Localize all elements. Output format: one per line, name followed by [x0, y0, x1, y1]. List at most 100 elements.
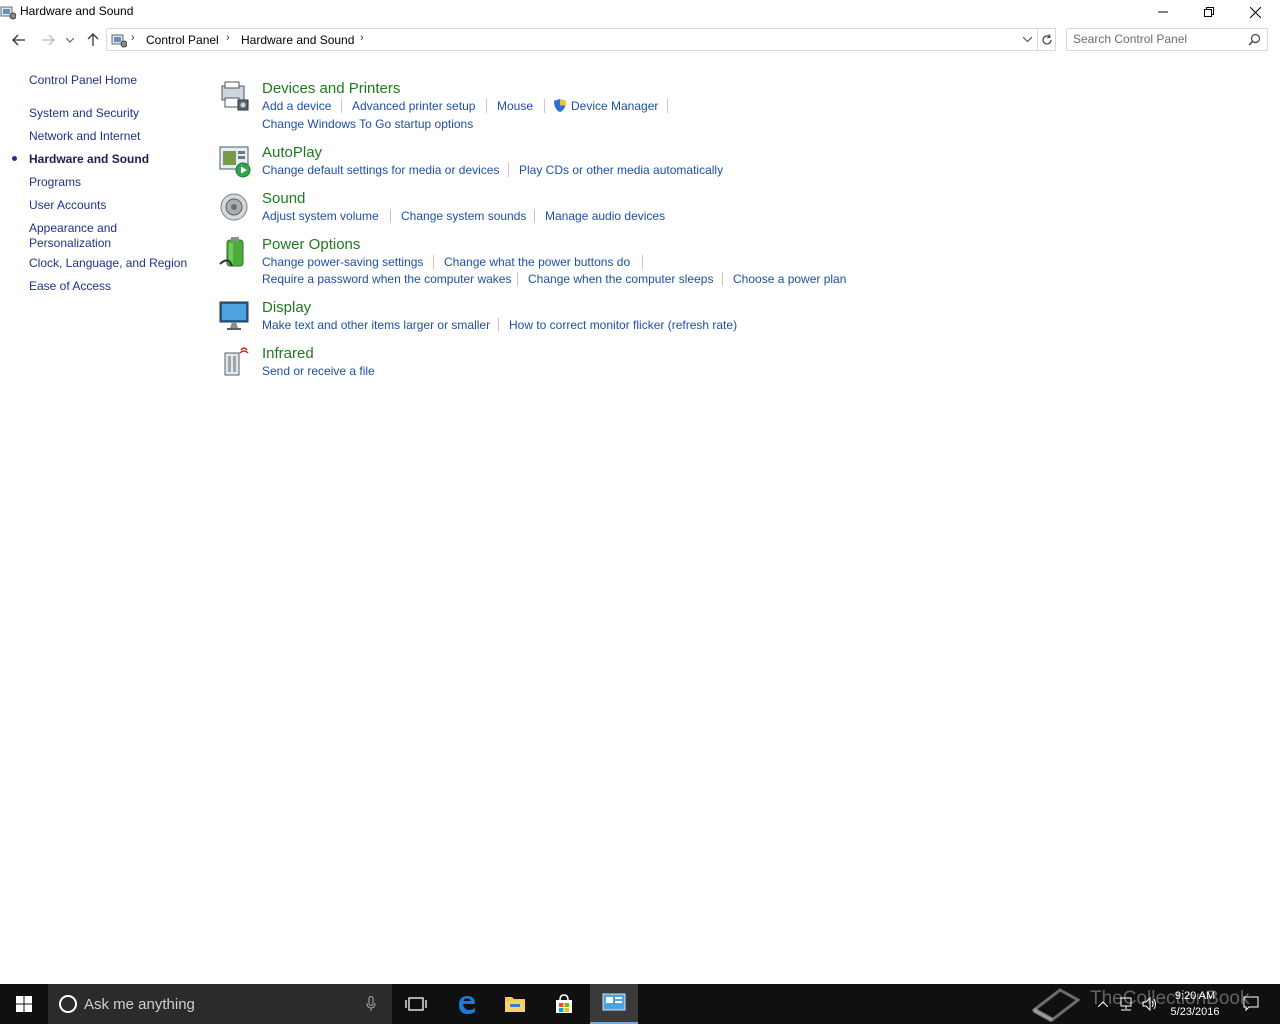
link-separator: [544, 99, 545, 113]
link-separator: [390, 209, 391, 223]
address-bar[interactable]: › Control Panel › Hardware and Sound ›: [106, 28, 1056, 51]
link-separator: [486, 99, 487, 113]
link-change-power-saving-settings[interactable]: Change power-saving settings: [262, 255, 423, 269]
recent-locations-button[interactable]: [62, 30, 78, 50]
restore-button[interactable]: [1186, 0, 1232, 24]
taskbar-store-button[interactable]: [540, 984, 588, 1024]
link-require-password-on-wake[interactable]: Require a password when the computer wak…: [262, 272, 511, 286]
link-separator: [341, 99, 342, 113]
sidebar-item-appearance-and-personalization[interactable]: Appearance and: [29, 221, 117, 236]
refresh-icon: [1042, 33, 1052, 44]
show-hidden-icons-button[interactable]: [1094, 984, 1112, 1024]
search-input[interactable]: [1073, 32, 1243, 46]
link-separator: [433, 255, 434, 269]
breadcrumb-separator-icon[interactable]: ›: [360, 32, 364, 44]
link-play-cds-automatically[interactable]: Play CDs or other media automatically: [519, 163, 723, 177]
close-button[interactable]: [1232, 0, 1278, 24]
store-bag-icon: [556, 994, 572, 1013]
breadcrumb-control-panel[interactable]: Control Panel: [146, 33, 219, 47]
chevron-down-icon: [66, 37, 74, 43]
clock-time: 9:20 AM: [1174, 990, 1216, 1002]
taskbar-file-explorer-button[interactable]: [491, 984, 539, 1024]
minimize-button[interactable]: [1140, 0, 1186, 24]
start-button[interactable]: [0, 984, 48, 1024]
chevron-down-icon: [1022, 37, 1032, 42]
link-add-a-device[interactable]: Add a device: [262, 99, 331, 113]
search-icon[interactable]: [1248, 33, 1261, 46]
back-arrow-icon: [12, 34, 25, 46]
sidebar-item-system-and-security[interactable]: System and Security: [29, 106, 139, 121]
category-title-infrared[interactable]: Infrared: [262, 345, 314, 362]
link-advanced-printer-setup[interactable]: Advanced printer setup: [352, 99, 475, 113]
link-make-text-larger-or-smaller[interactable]: Make text and other items larger or smal…: [262, 318, 490, 332]
task-view-icon: [405, 997, 427, 1011]
link-mouse[interactable]: Mouse: [497, 99, 533, 113]
volume-icon: [1142, 997, 1156, 1011]
sidebar-item-ease-of-access[interactable]: Ease of Access: [29, 279, 111, 294]
microphone-icon[interactable]: [366, 996, 376, 1012]
taskbar-edge-button[interactable]: [443, 984, 491, 1024]
category-title-devices-and-printers[interactable]: Devices and Printers: [262, 80, 400, 97]
forward-button[interactable]: [38, 30, 58, 50]
minimize-icon: [1158, 11, 1168, 13]
back-button[interactable]: [9, 30, 29, 50]
notifications-icon: [1243, 996, 1259, 1012]
volume-tray-button[interactable]: [1140, 984, 1160, 1024]
breadcrumb-hardware-and-sound[interactable]: Hardware and Sound: [241, 33, 354, 47]
link-separator: [508, 163, 509, 177]
autoplay-icon: [219, 146, 251, 178]
link-change-power-buttons[interactable]: Change what the power buttons do: [444, 255, 630, 269]
link-send-or-receive-file[interactable]: Send or receive a file: [262, 364, 375, 378]
sidebar-item-user-accounts[interactable]: User Accounts: [29, 198, 106, 213]
link-choose-power-plan[interactable]: Choose a power plan: [733, 272, 846, 286]
printer-icon: [221, 81, 249, 111]
category-title-autoplay[interactable]: AutoPlay: [262, 144, 322, 161]
sidebar-item-control-panel-home[interactable]: Control Panel Home: [29, 73, 137, 88]
search-box[interactable]: [1066, 28, 1268, 51]
control-panel-icon: [111, 34, 127, 48]
sidebar-item-hardware-and-sound[interactable]: Hardware and Sound: [29, 152, 149, 167]
infrared-icon: [224, 347, 249, 376]
sidebar-item-programs[interactable]: Programs: [29, 175, 81, 190]
monitor-icon: [219, 301, 249, 330]
link-separator: [517, 272, 518, 286]
sidebar-item-clock-language-region[interactable]: Clock, Language, and Region: [29, 256, 187, 271]
link-change-default-media-settings[interactable]: Change default settings for media or dev…: [262, 163, 499, 177]
windows-logo-icon: [16, 996, 32, 1012]
uac-shield-icon: [554, 99, 566, 112]
network-tray-button[interactable]: [1116, 984, 1136, 1024]
breadcrumb-separator-icon[interactable]: ›: [131, 32, 135, 44]
link-change-system-sounds[interactable]: Change system sounds: [401, 209, 526, 223]
restore-icon: [1204, 7, 1214, 17]
battery-icon: [219, 237, 244, 267]
category-title-power-options[interactable]: Power Options: [262, 236, 360, 253]
link-correct-monitor-flicker[interactable]: How to correct monitor flicker (refresh …: [509, 318, 737, 332]
chevron-up-icon: [1098, 1001, 1108, 1007]
category-title-display[interactable]: Display: [262, 299, 311, 316]
link-manage-audio-devices[interactable]: Manage audio devices: [545, 209, 665, 223]
sidebar-item-network-and-internet[interactable]: Network and Internet: [29, 129, 140, 144]
link-separator: [498, 318, 499, 332]
address-dropdown-button[interactable]: [1017, 29, 1037, 50]
action-center-button[interactable]: [1238, 984, 1264, 1024]
clock-date: 5/23/2016: [1170, 1006, 1220, 1018]
link-separator: [722, 272, 723, 286]
up-button[interactable]: [83, 30, 103, 50]
cortana-search-text[interactable]: Ask me anything: [84, 996, 195, 1013]
link-adjust-system-volume[interactable]: Adjust system volume: [262, 209, 379, 223]
edge-browser-icon: [459, 996, 475, 1014]
link-device-manager[interactable]: Device Manager: [571, 99, 658, 113]
sidebar-item-appearance-and-personalization-line2[interactable]: Personalization: [29, 236, 111, 251]
cortana-search-box[interactable]: Ask me anything: [48, 984, 392, 1024]
link-separator: [667, 99, 668, 113]
link-change-when-computer-sleeps[interactable]: Change when the computer sleeps: [528, 272, 713, 286]
taskbar-control-panel-button[interactable]: [590, 984, 638, 1024]
taskbar: Ask me anything TheCollectionBook 9:20 A…: [0, 984, 1280, 1024]
breadcrumb-separator-icon[interactable]: ›: [226, 32, 230, 44]
navigation-bar: › Control Panel › Hardware and Sound ›: [0, 26, 1280, 54]
task-view-button[interactable]: [392, 984, 440, 1024]
category-title-sound[interactable]: Sound: [262, 190, 305, 207]
refresh-button[interactable]: [1037, 29, 1056, 50]
taskbar-clock[interactable]: 9:20 AM 5/23/2016: [1160, 988, 1230, 1020]
link-change-windows-to-go-startup-options[interactable]: Change Windows To Go startup options: [262, 117, 473, 131]
